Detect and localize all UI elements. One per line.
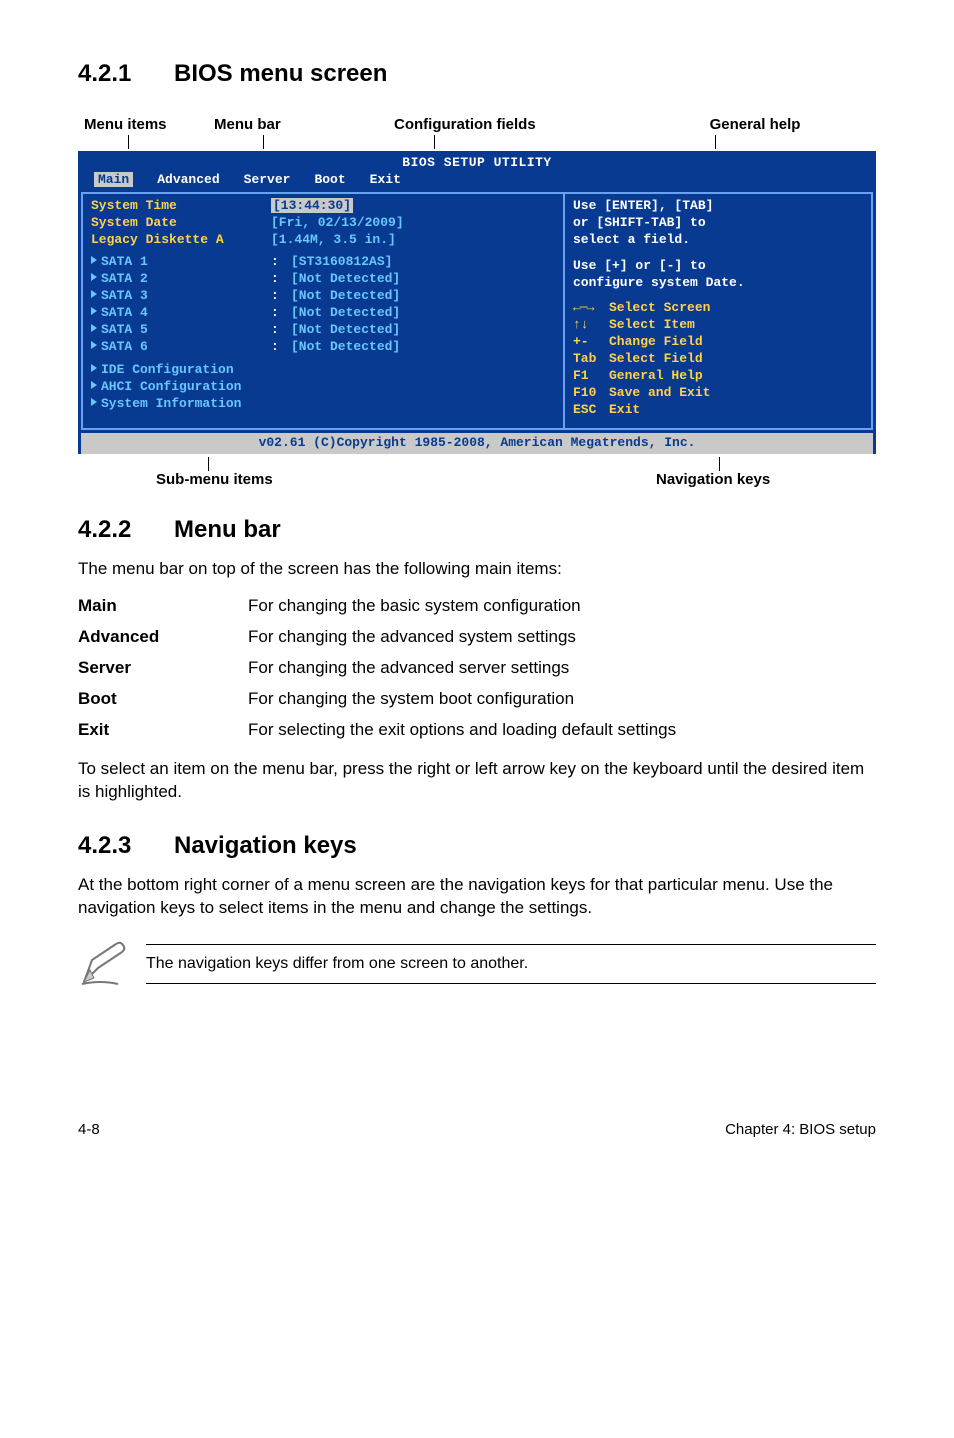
label-navigation-keys: Navigation keys bbox=[656, 471, 770, 488]
bios-diagram-bottom-ticks bbox=[78, 457, 876, 471]
section-4-2-2-outro: To select an item on the menu bar, press… bbox=[78, 758, 876, 804]
bios-navigation-keys-block: ←─→Select Screen ↑↓Select Item +-Change … bbox=[573, 300, 863, 418]
footer-page-number: 4-8 bbox=[78, 1121, 100, 1138]
bios-left-panel: System Time [13:44:30] System Date [Fri,… bbox=[81, 192, 563, 431]
bios-tab-exit[interactable]: Exit bbox=[358, 172, 413, 189]
row-system-time[interactable]: System Time [13:44:30] bbox=[91, 198, 555, 215]
def-row-server: ServerFor changing the advanced server s… bbox=[78, 653, 676, 684]
bios-tab-boot[interactable]: Boot bbox=[302, 172, 357, 189]
submenu-arrow-icon bbox=[91, 256, 97, 264]
key-left-right-arrow: ←─→ bbox=[573, 300, 609, 317]
label-menu-bar: Menu bar bbox=[214, 116, 394, 133]
section-4-2-2-intro: The menu bar on top of the screen has th… bbox=[78, 558, 876, 581]
value-sata-6: [Not Detected] bbox=[291, 339, 555, 356]
bios-title: BIOS SETUP UTILITY bbox=[78, 151, 876, 172]
bios-right-panel: Use [ENTER], [TAB] or [SHIFT-TAB] to sel… bbox=[563, 192, 873, 431]
submenu-arrow-icon bbox=[91, 398, 97, 406]
bios-menubar: Main Advanced Server Boot Exit bbox=[78, 172, 876, 192]
section-4-2-1-number: 4.2.1 bbox=[78, 60, 174, 88]
footer-chapter-title: Chapter 4: BIOS setup bbox=[725, 1121, 876, 1138]
submenu-arrow-icon bbox=[91, 273, 97, 281]
section-4-2-3-body: At the bottom right corner of a menu scr… bbox=[78, 874, 876, 920]
menu-bar-definitions-table: MainFor changing the basic system config… bbox=[78, 591, 676, 746]
note-text: The navigation keys differ from one scre… bbox=[146, 944, 876, 984]
key-plus-minus: +- bbox=[573, 334, 609, 351]
value-system-date[interactable]: [Fri, 02/13/2009] bbox=[271, 215, 555, 232]
section-4-2-2-title: Menu bar bbox=[174, 516, 281, 543]
submenu-arrow-icon bbox=[91, 324, 97, 332]
section-4-2-2-heading: 4.2.2Menu bar bbox=[78, 516, 876, 544]
section-4-2-1-title: BIOS menu screen bbox=[174, 60, 387, 87]
key-f10: F10 bbox=[573, 385, 609, 402]
label-system-date: System Date bbox=[91, 215, 271, 232]
row-sata-3[interactable]: SATA 3 : [Not Detected] bbox=[91, 288, 555, 305]
bios-diagram-top-ticks bbox=[78, 135, 876, 149]
row-system-date[interactable]: System Date [Fri, 02/13/2009] bbox=[91, 215, 555, 232]
value-sata-1: [ST3160812AS] bbox=[291, 254, 555, 271]
bios-tab-server[interactable]: Server bbox=[232, 172, 303, 189]
bios-diagram-bottom-labels: Sub-menu items Navigation keys bbox=[78, 471, 876, 488]
key-esc: ESC bbox=[573, 402, 609, 419]
label-menu-items: Menu items bbox=[84, 116, 214, 133]
bios-diagram-top-labels: Menu items Menu bar Configuration fields… bbox=[78, 116, 876, 133]
section-4-2-3-number: 4.2.3 bbox=[78, 832, 174, 860]
note-box: The navigation keys differ from one scre… bbox=[78, 936, 876, 993]
key-f1: F1 bbox=[573, 368, 609, 385]
label-configuration-fields: Configuration fields bbox=[394, 116, 634, 133]
label-sub-menu-items: Sub-menu items bbox=[156, 471, 656, 488]
page-footer: 4-8 Chapter 4: BIOS setup bbox=[78, 1113, 876, 1138]
label-system-time: System Time bbox=[91, 198, 271, 215]
section-4-2-3-heading: 4.2.3Navigation keys bbox=[78, 832, 876, 860]
row-ide-configuration[interactable]: IDE Configuration bbox=[91, 362, 555, 379]
value-system-time[interactable]: [13:44:30] bbox=[271, 198, 353, 213]
bios-help-text: Use [ENTER], [TAB] or [SHIFT-TAB] to sel… bbox=[573, 198, 863, 292]
section-4-2-3-title: Navigation keys bbox=[174, 832, 357, 859]
row-sata-4[interactable]: SATA 4 : [Not Detected] bbox=[91, 305, 555, 322]
value-sata-4: [Not Detected] bbox=[291, 305, 555, 322]
submenu-arrow-icon bbox=[91, 341, 97, 349]
def-row-advanced: AdvancedFor changing the advanced system… bbox=[78, 622, 676, 653]
def-row-exit: ExitFor selecting the exit options and l… bbox=[78, 715, 676, 746]
section-4-2-1-heading: 4.2.1BIOS menu screen bbox=[78, 60, 876, 88]
pencil-note-icon bbox=[78, 936, 130, 993]
value-sata-5: [Not Detected] bbox=[291, 322, 555, 339]
value-sata-2: [Not Detected] bbox=[291, 271, 555, 288]
row-sata-5[interactable]: SATA 5 : [Not Detected] bbox=[91, 322, 555, 339]
value-legacy-diskette[interactable]: [1.44M, 3.5 in.] bbox=[271, 232, 555, 249]
row-sata-2[interactable]: SATA 2 : [Not Detected] bbox=[91, 271, 555, 288]
def-row-boot: BootFor changing the system boot configu… bbox=[78, 684, 676, 715]
def-row-main: MainFor changing the basic system config… bbox=[78, 591, 676, 622]
bios-tab-main[interactable]: Main bbox=[88, 172, 145, 189]
bios-tab-advanced[interactable]: Advanced bbox=[145, 172, 231, 189]
submenu-arrow-icon bbox=[91, 307, 97, 315]
label-general-help: General help bbox=[634, 116, 876, 133]
row-sata-6[interactable]: SATA 6 : [Not Detected] bbox=[91, 339, 555, 356]
row-ahci-configuration[interactable]: AHCI Configuration bbox=[91, 379, 555, 396]
key-tab: Tab bbox=[573, 351, 609, 368]
row-sata-1[interactable]: SATA 1 : [ST3160812AS] bbox=[91, 254, 555, 271]
label-legacy-diskette: Legacy Diskette A bbox=[91, 232, 271, 249]
section-4-2-2-number: 4.2.2 bbox=[78, 516, 174, 544]
row-system-information[interactable]: System Information bbox=[91, 396, 555, 413]
submenu-arrow-icon bbox=[91, 364, 97, 372]
bios-screenshot: BIOS SETUP UTILITY Main Advanced Server … bbox=[78, 151, 876, 454]
submenu-arrow-icon bbox=[91, 290, 97, 298]
row-legacy-diskette[interactable]: Legacy Diskette A [1.44M, 3.5 in.] bbox=[91, 232, 555, 249]
value-sata-3: [Not Detected] bbox=[291, 288, 555, 305]
bios-status-bar: v02.61 (C)Copyright 1985-2008, American … bbox=[81, 433, 873, 454]
submenu-arrow-icon bbox=[91, 381, 97, 389]
key-up-down-arrow: ↑↓ bbox=[573, 317, 609, 334]
